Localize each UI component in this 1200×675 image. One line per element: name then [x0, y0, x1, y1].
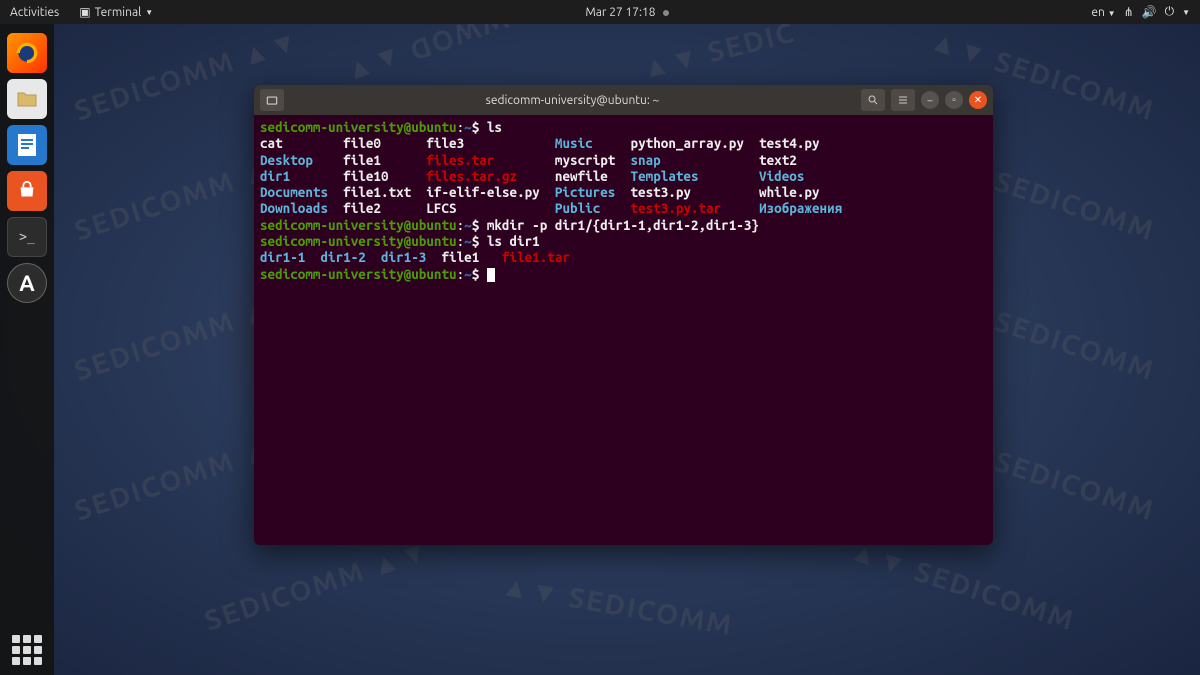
folder-icon — [15, 87, 39, 111]
terminal-app-menu[interactable]: ▣ Terminal ▼ — [69, 5, 163, 19]
terminal-icon: ▣ — [79, 5, 90, 19]
dock: >_ A — [0, 24, 54, 675]
dock-libreoffice-writer[interactable] — [7, 125, 47, 165]
shopping-icon — [16, 180, 38, 202]
search-icon — [867, 94, 879, 106]
chevron-down-icon: ▼ — [1182, 8, 1190, 17]
document-icon — [16, 132, 38, 158]
language-indicator[interactable]: en ▼ — [1091, 6, 1115, 19]
folder-plus-icon — [265, 93, 279, 107]
dock-terminal[interactable]: >_ — [7, 217, 47, 257]
volume-icon: 🔊 — [1142, 5, 1157, 19]
network-icon: ⋔ — [1124, 5, 1134, 19]
dock-ubuntu-software[interactable] — [7, 171, 47, 211]
terminal-window: sedicomm-university@ubuntu: ~ – ▫ ✕ sedi… — [254, 85, 993, 545]
new-tab-button[interactable] — [260, 89, 284, 111]
status-area[interactable]: en ▼ ⋔ 🔊 ⏻ ▼ — [1091, 5, 1200, 19]
close-button[interactable]: ✕ — [969, 91, 987, 109]
window-title: sedicomm-university@ubuntu: ~ — [284, 94, 861, 107]
menu-icon — [897, 94, 909, 106]
close-icon: ✕ — [974, 94, 982, 106]
chevron-down-icon: ▼ — [145, 8, 153, 17]
search-button[interactable] — [861, 89, 885, 111]
minimize-button[interactable]: – — [921, 91, 939, 109]
maximize-icon: ▫ — [952, 94, 956, 106]
update-icon: A — [19, 271, 34, 296]
power-icon: ⏻ — [1165, 5, 1175, 19]
dock-firefox[interactable] — [7, 33, 47, 73]
dock-files[interactable] — [7, 79, 47, 119]
clock[interactable]: Mar 27 17:18 — [163, 6, 1091, 19]
maximize-button[interactable]: ▫ — [945, 91, 963, 109]
activities-button[interactable]: Activities — [0, 6, 69, 19]
dock-software-updater[interactable]: A — [7, 263, 47, 303]
minimize-icon: – — [928, 95, 933, 106]
notification-dot — [663, 10, 669, 16]
show-applications-button[interactable] — [12, 635, 42, 665]
firefox-icon — [14, 40, 40, 66]
hamburger-menu-button[interactable] — [891, 89, 915, 111]
terminal-icon: >_ — [19, 230, 35, 245]
terminal-content[interactable]: sedicomm-university@ubuntu:~$ ls cat fil… — [254, 115, 993, 545]
window-titlebar[interactable]: sedicomm-university@ubuntu: ~ – ▫ ✕ — [254, 85, 993, 115]
top-bar: Activities ▣ Terminal ▼ Mar 27 17:18 en … — [0, 0, 1200, 24]
app-label: Terminal — [95, 6, 142, 19]
